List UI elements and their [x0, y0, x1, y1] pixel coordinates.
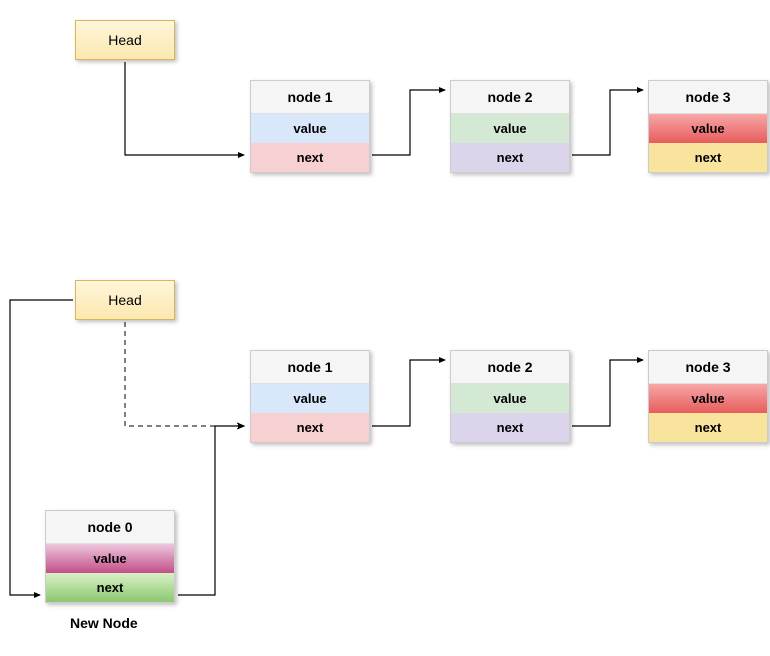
node-0: node 0 value next	[45, 510, 175, 603]
node-title: node 1	[251, 81, 369, 114]
node-title: node 2	[451, 351, 569, 384]
head-box-top: Head	[75, 20, 175, 60]
node-next-field: next	[649, 143, 767, 172]
node-2-top: node 2 value next	[450, 80, 570, 173]
node-value-field: value	[649, 114, 767, 143]
node-next-field: next	[451, 413, 569, 442]
node-next-field: next	[251, 143, 369, 172]
head-label: Head	[108, 292, 141, 308]
arrow-head-to-node1-top	[125, 62, 244, 155]
diagram-canvas: Head node 1 value next node 2 value next…	[0, 0, 770, 656]
new-node-caption: New Node	[70, 615, 138, 631]
node-3-top: node 3 value next	[648, 80, 768, 173]
node-next-field: next	[451, 143, 569, 172]
arrow-node0-to-node1	[178, 426, 244, 595]
head-box-bottom: Head	[75, 280, 175, 320]
node-value-field: value	[251, 384, 369, 413]
node-title: node 3	[649, 81, 767, 114]
node-value-field: value	[451, 114, 569, 143]
new-node-container: node 0 value next	[45, 510, 175, 603]
node-2-bottom: node 2 value next	[450, 350, 570, 443]
node-title: node 3	[649, 351, 767, 384]
node-title: node 0	[46, 511, 174, 544]
node-3-bottom: node 3 value next	[648, 350, 768, 443]
node-next-field: next	[251, 413, 369, 442]
node-value-field: value	[46, 544, 174, 573]
arrow-head-to-node1-old-dashed	[125, 322, 244, 426]
arrow-node1-to-node2-bottom	[372, 360, 445, 426]
node-title: node 2	[451, 81, 569, 114]
node-value-field: value	[451, 384, 569, 413]
head-label: Head	[108, 32, 141, 48]
node-1-bottom: node 1 value next	[250, 350, 370, 443]
arrow-node1-to-node2-top	[372, 90, 445, 155]
arrow-node2-to-node3-top	[572, 90, 643, 155]
node-next-field: next	[649, 413, 767, 442]
node-title: node 1	[251, 351, 369, 384]
node-next-field: next	[46, 573, 174, 602]
arrow-node2-to-node3-bottom	[572, 360, 643, 426]
node-1-top: node 1 value next	[250, 80, 370, 173]
node-value-field: value	[649, 384, 767, 413]
node-value-field: value	[251, 114, 369, 143]
